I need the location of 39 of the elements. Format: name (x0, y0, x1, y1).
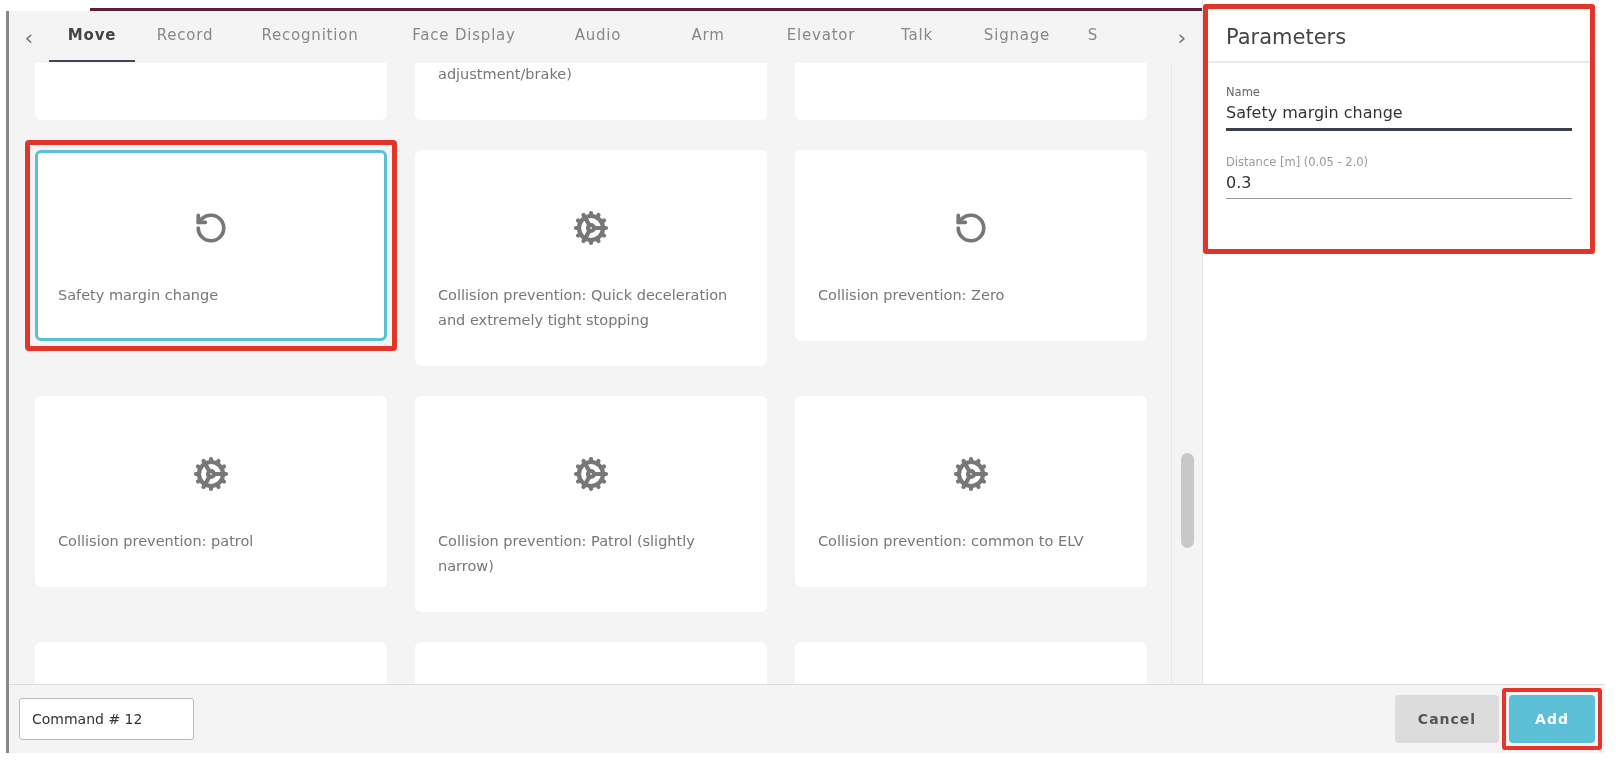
card-label: Collision prevention: Quick deceleration and extremely tight stopping (438, 286, 729, 330)
tab[interactable]: Talk (879, 12, 955, 62)
command-card[interactable]: Collision prevention: patrol (35, 396, 387, 587)
field-label: Name (1226, 85, 1261, 99)
tab[interactable]: Arm (653, 12, 763, 62)
reset-icon (954, 211, 988, 245)
card-label: Safety margin change (58, 286, 220, 305)
gear-icon (953, 456, 989, 492)
card-label: Collision prevention: Zero (818, 286, 1006, 305)
gear-icon (573, 456, 609, 492)
gear-icon (193, 456, 229, 492)
tab[interactable]: Elevator (763, 12, 879, 62)
command-card[interactable]: adjustment/brake) (415, 63, 767, 120)
next-tab-button[interactable]: › (1162, 17, 1202, 57)
command-card[interactable]: Safety margin change (35, 150, 387, 341)
card-label: Collision prevention: Patrol (slightly narrow) (438, 532, 696, 576)
input-field[interactable]: 0.3 (1226, 173, 1572, 199)
command-card[interactable]: Collision prevention: Quick deceleration and extremely tight stopping (415, 150, 767, 366)
card-label: adjustment/brake) (438, 65, 573, 84)
command-card[interactable]: Collision prevention: common to ELV (795, 396, 1147, 587)
tab[interactable]: S (1079, 12, 1107, 62)
reset-icon (194, 211, 228, 245)
tab[interactable]: Record (135, 12, 235, 62)
tab[interactable]: Signage (955, 12, 1079, 62)
field-label: Distance [m] (0.05 - 2.0) (1226, 155, 1370, 169)
scrollbar-thumb[interactable] (1180, 453, 1194, 548)
tab[interactable]: Face Display (385, 12, 543, 62)
command-card[interactable]: Collision prevention: Zero (795, 150, 1147, 341)
previous-tab-button[interactable]: ‹ (9, 17, 49, 57)
command-name-field[interactable]: Command # 12 (19, 698, 194, 740)
tab[interactable]: Recognition (235, 12, 385, 62)
tab[interactable]: Audio (543, 12, 653, 62)
cancel-button[interactable]: Cancel (1395, 695, 1499, 743)
panel-title: Parameters (1208, 9, 1590, 63)
card-label: Collision prevention: patrol (58, 532, 255, 551)
card-label: Collision prevention: common to ELV (818, 532, 1085, 551)
command-card[interactable]: Collision prevention: Patrol (slightly narrow) (415, 396, 767, 612)
input-field[interactable]: Safety margin change (1226, 103, 1572, 131)
gear-icon (573, 210, 609, 246)
